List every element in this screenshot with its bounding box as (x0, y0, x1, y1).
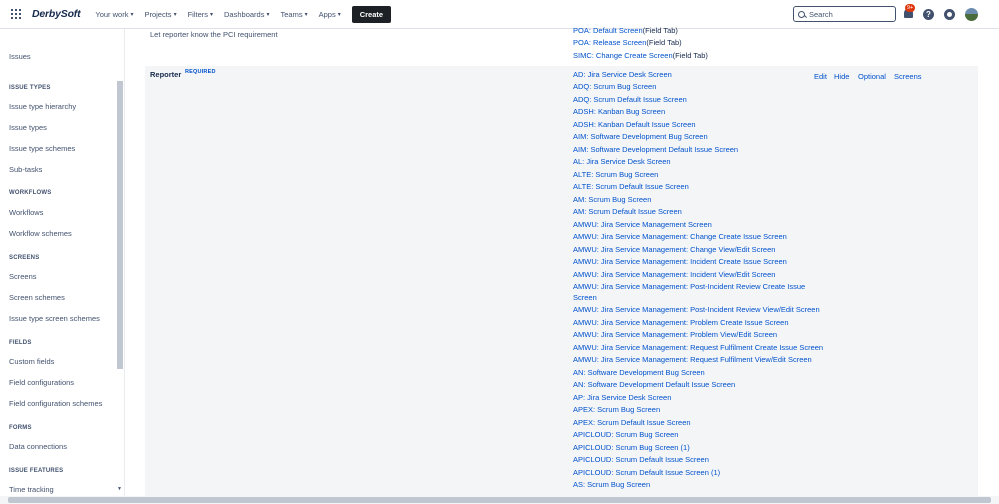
sidebar-item-time-tracking[interactable]: Time tracking (9, 485, 54, 494)
reporter-field-row (145, 66, 978, 504)
edit-link[interactable]: Edit (814, 72, 827, 81)
chevron-down-icon: ▾ (266, 11, 270, 18)
screen-link[interactable]: ALTE: Scrum Bug Screen (573, 170, 658, 179)
sidebar-section-forms: FORMS (9, 425, 32, 431)
screen-link[interactable]: AIM: Software Development Default Issue … (573, 145, 738, 154)
main-nav: Your work ▾ Projects ▾ Filters ▾ Dashboards… (95, 10, 351, 19)
screen-link[interactable]: POA: Default Screen(Field Tab) (573, 26, 678, 35)
screen-link[interactable]: AMWU: Jira Service Management: Request F… (573, 355, 812, 364)
screen-link[interactable]: SIMC: Change Create Screen(Field Tab) (573, 51, 708, 60)
sidebar-item-issues[interactable]: Issues (9, 52, 31, 61)
sidebar-item-field-configuration-schemes[interactable]: Field configuration schemes (9, 399, 102, 408)
sidebar-item-issue-type-schemes[interactable]: Issue type schemes (9, 144, 75, 153)
app-switcher-icon[interactable] (11, 9, 21, 19)
screen-link[interactable]: AMWU: Jira Service Management Screen (573, 220, 712, 229)
screen-link[interactable]: APICLOUD: Scrum Bug Screen (573, 430, 678, 439)
screen-link[interactable]: AS: Scrum Bug Screen (573, 480, 650, 489)
screen-link[interactable]: AMWU: Jira Service Management: Incident … (573, 270, 775, 279)
nav-projects[interactable]: Projects ▾ (144, 10, 176, 19)
screen-link[interactable]: APICLOUD: Scrum Default Issue Screen (573, 455, 709, 464)
sidebar-item-screen-schemes[interactable]: Screen schemes (9, 293, 65, 302)
sidebar-item-issue-types[interactable]: Issue types (9, 123, 47, 132)
screen-link[interactable]: AMWU: Jira Service Management: Post-Inci… (573, 282, 805, 291)
sidebar-item-data-connections[interactable]: Data connections (9, 442, 67, 451)
search-input[interactable]: Search (793, 6, 896, 22)
screen-link[interactable]: POA: Release Screen(Field Tab) (573, 38, 682, 47)
search-icon (798, 10, 805, 18)
sidebar-item-workflow-schemes[interactable]: Workflow schemes (9, 229, 72, 238)
avatar[interactable] (965, 8, 978, 21)
sidebar-section-workflows: WORKFLOWS (9, 190, 52, 196)
screen-link[interactable]: APICLOUD: Scrum Bug Screen (1) (573, 443, 690, 452)
create-button[interactable]: Create (351, 5, 392, 23)
chevron-down-icon: ▾ (173, 11, 177, 18)
sidebar-item-field-configurations[interactable]: Field configurations (9, 378, 74, 387)
sidebar (0, 29, 125, 504)
sidebar-item-workflows[interactable]: Workflows (9, 208, 43, 217)
screen-link[interactable]: AMWU: Jira Service Management: Post-Inci… (573, 305, 820, 314)
screen-link[interactable]: APEX: Scrum Default Issue Screen (573, 418, 691, 427)
sidebar-section-issue-features: ISSUE FEATURES (9, 468, 64, 474)
screen-link[interactable]: APEX: Scrum Bug Screen (573, 405, 660, 414)
horizontal-scrollbar[interactable] (8, 497, 991, 503)
screen-link[interactable]: AMWU: Jira Service Management: Request F… (573, 343, 823, 352)
sidebar-item-screens[interactable]: Screens (9, 272, 37, 281)
settings-icon[interactable] (944, 9, 955, 20)
chevron-down-icon: ▾ (304, 11, 308, 18)
screen-link[interactable]: AMWU: Jira Service Management: Incident … (573, 257, 787, 266)
sidebar-item-custom-fields[interactable]: Custom fields (9, 357, 54, 366)
sidebar-item-issue-type-hierarchy[interactable]: Issue type hierarchy (9, 102, 76, 111)
screen-link[interactable]: AP: Jira Service Desk Screen (573, 393, 671, 402)
sidebar-section-fields: FIELDS (9, 340, 32, 346)
screen-link[interactable]: ADSH: Kanban Bug Screen (573, 107, 665, 116)
screen-link[interactable]: AN: Software Development Bug Screen (573, 368, 705, 377)
screen-link[interactable]: ADQ: Scrum Bug Screen (573, 82, 656, 91)
hide-link[interactable]: Hide (834, 72, 849, 81)
screen-link[interactable]: AM: Scrum Default Issue Screen (573, 207, 682, 216)
screen-link[interactable]: AMWU: Jira Service Management: Problem V… (573, 330, 777, 339)
help-icon[interactable]: ? (923, 9, 934, 20)
sidebar-scrollbar[interactable] (117, 81, 123, 369)
screen-link[interactable]: AN: Software Development Default Issue S… (573, 380, 735, 389)
field-description: Let reporter know the PCI requirement (150, 30, 278, 39)
site-logo[interactable]: DerbySoft (32, 8, 81, 20)
nav-your-work[interactable]: Your work ▾ (95, 10, 133, 19)
chevron-down-icon: ▾ (337, 11, 341, 18)
field-name-reporter: Reporter (150, 70, 182, 79)
required-lozenge: REQUIRED (185, 69, 216, 75)
screen-link[interactable]: Screen (573, 293, 597, 302)
chevron-down-icon: ▾ (130, 11, 134, 18)
screen-link[interactable]: ADSH: Kanban Default Issue Screen (573, 120, 696, 129)
scroll-down-arrow-icon[interactable]: ▼ (117, 486, 122, 492)
screen-link[interactable]: ADQ: Scrum Default Issue Screen (573, 95, 687, 104)
screen-link[interactable]: AM: Scrum Bug Screen (573, 195, 651, 204)
screen-link[interactable]: AMWU: Jira Service Management: Change Vi… (573, 245, 775, 254)
sidebar-section-screens: SCREENS (9, 255, 40, 261)
screen-link[interactable]: AMWU: Jira Service Management: Problem C… (573, 318, 789, 327)
search-placeholder: Search (809, 9, 833, 19)
nav-teams[interactable]: Teams ▾ (280, 10, 307, 19)
nav-dashboards[interactable]: Dashboards ▾ (224, 10, 269, 19)
chevron-down-icon: ▾ (210, 11, 214, 18)
sidebar-section-issue-types: ISSUE TYPES (9, 85, 51, 91)
screen-link[interactable]: AD: Jira Service Desk Screen (573, 70, 672, 79)
screen-link[interactable]: AIM: Software Development Bug Screen (573, 132, 708, 141)
screen-link[interactable]: AMWU: Jira Service Management: Change Cr… (573, 232, 787, 241)
screen-link[interactable]: AL: Jira Service Desk Screen (573, 157, 671, 166)
notification-badge: 9+ (905, 4, 916, 12)
nav-apps[interactable]: Apps ▾ (319, 10, 341, 19)
screen-link[interactable]: APICLOUD: Scrum Default Issue Screen (1) (573, 468, 720, 477)
screen-link[interactable]: ALTE: Scrum Default Issue Screen (573, 182, 689, 191)
nav-filters[interactable]: Filters ▾ (188, 10, 213, 19)
sidebar-item-sub-tasks[interactable]: Sub-tasks (9, 165, 42, 174)
sidebar-item-issue-type-screen-schemes[interactable]: Issue type screen schemes (9, 314, 100, 323)
screens-link[interactable]: Screens (894, 72, 922, 81)
optional-link[interactable]: Optional (858, 72, 886, 81)
